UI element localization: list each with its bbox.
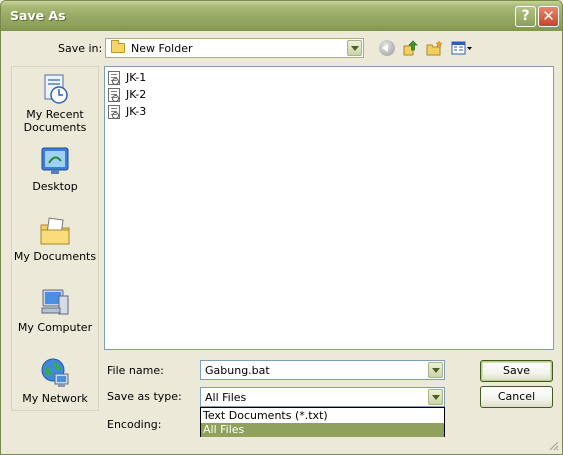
place-label: Desktop [32, 180, 78, 193]
type-option-text-documents[interactable]: Text Documents (*.txt) [201, 409, 444, 423]
place-label: My Documents [13, 250, 97, 263]
save-as-type-label: Save as type: [107, 390, 182, 403]
places-my-computer[interactable]: My Computer [12, 286, 98, 334]
places-my-network[interactable]: My Network [12, 357, 98, 405]
file-name: JK-3 [126, 105, 147, 118]
save-as-type-dropdown[interactable]: Text Documents (*.txt) All Files [200, 407, 445, 437]
places-recent-documents[interactable]: My Recent Documents [12, 73, 98, 134]
type-option-all-files[interactable]: All Files [201, 423, 444, 437]
save-in-label: Save in: [58, 42, 103, 55]
places-bar: My Recent Documents Desktop My Documents… [11, 66, 99, 411]
batch-file-icon [108, 88, 120, 102]
views-menu-icon[interactable] [451, 40, 473, 56]
my-computer-icon [39, 286, 71, 318]
place-label: My Computer [17, 321, 93, 334]
title-bar[interactable]: Save As ? ✕ [1, 1, 562, 31]
save-as-dialog: Save As ? ✕ Save in: New Folder My Recen… [0, 0, 563, 455]
place-label-line2: Documents [23, 121, 87, 134]
chevron-down-icon[interactable] [428, 362, 443, 378]
folder-icon [111, 40, 125, 53]
batch-file-icon [108, 105, 120, 119]
save-as-type-select[interactable]: All Files [200, 387, 445, 407]
recent-documents-icon [39, 73, 71, 105]
save-in-value: New Folder [131, 42, 193, 55]
file-name-value: Gabung.bat [205, 364, 270, 377]
file-name: JK-2 [126, 88, 147, 101]
save-button[interactable]: Save [480, 360, 553, 382]
encoding-label: Encoding: [107, 418, 162, 431]
desktop-icon [39, 145, 71, 177]
file-name-label: File name: [107, 364, 164, 377]
my-documents-icon [39, 215, 71, 247]
file-name: JK-1 [126, 71, 147, 84]
resize-grip-icon[interactable] [547, 439, 559, 451]
file-list[interactable]: JK-1 JK-2 JK-3 [104, 66, 554, 350]
dialog-title: Save As [10, 8, 66, 23]
my-network-icon [39, 357, 71, 389]
back-icon[interactable] [379, 40, 395, 56]
save-as-type-value: All Files [205, 391, 247, 404]
chevron-down-icon[interactable] [347, 40, 362, 56]
new-folder-icon[interactable] [426, 40, 443, 56]
chevron-down-icon[interactable] [428, 389, 443, 405]
help-button[interactable]: ? [515, 6, 536, 27]
file-name-field[interactable]: Gabung.bat [200, 360, 445, 380]
places-my-documents[interactable]: My Documents [12, 215, 98, 263]
cancel-button[interactable]: Cancel [480, 386, 553, 408]
close-button[interactable]: ✕ [538, 6, 559, 27]
place-label: My Network [22, 392, 88, 405]
place-label: My Recent [26, 108, 84, 121]
save-in-combo[interactable]: New Folder [105, 38, 364, 58]
places-desktop[interactable]: Desktop [12, 145, 98, 193]
batch-file-icon [108, 71, 120, 85]
up-folder-icon[interactable] [402, 40, 418, 56]
